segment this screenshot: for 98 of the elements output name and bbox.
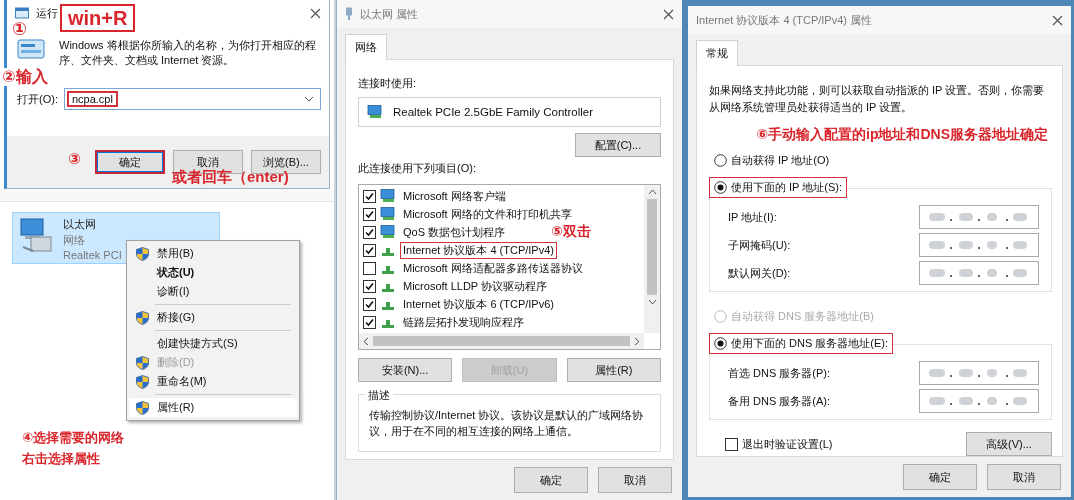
input-value: ncpa.cpl — [66, 91, 118, 107]
field-label: IP 地址(I): — [728, 209, 777, 225]
button[interactable]: 配置(C)... — [575, 133, 661, 157]
menu-item[interactable]: 创建快捷方式(S) — [129, 334, 297, 353]
shield-icon — [135, 246, 149, 261]
annotation-label: win+R — [60, 4, 136, 32]
radio-option[interactable]: 使用下面的 DNS 服务器地址(E): — [709, 333, 894, 354]
shield-icon — [135, 355, 149, 370]
button[interactable]: 确定 — [514, 467, 588, 493]
checkbox[interactable] — [363, 279, 376, 293]
shield-icon — [135, 310, 149, 325]
annotation-text: 右击选择属性 — [22, 450, 101, 468]
app-window-icon — [17, 38, 45, 60]
connection-type: 网络 — [63, 233, 86, 248]
menu-item[interactable]: 桥接(G) — [129, 308, 297, 327]
button[interactable]: 确定 — [95, 150, 165, 174]
list-item[interactable]: 链路层拓扑发现响应程序 — [400, 313, 527, 331]
radio-label: 使用下面的 DNS 服务器地址(E): — [731, 336, 889, 351]
checkbox[interactable] — [363, 207, 376, 221]
list-item[interactable]: Microsoft LLDP 协议驱动程序 — [400, 277, 551, 295]
scroll-right-icon[interactable] — [634, 336, 640, 346]
step-number: ③ — [68, 150, 81, 168]
radio-option[interactable]: 使用下面的 IP 地址(S): — [709, 177, 848, 198]
button[interactable]: 确定 — [903, 464, 977, 490]
network-cable-icon — [345, 7, 353, 21]
checkbox[interactable] — [363, 297, 376, 311]
tab[interactable]: 常规 — [696, 40, 738, 66]
checkbox[interactable] — [363, 261, 376, 275]
checkbox[interactable] — [363, 225, 376, 239]
annotation-text: ②输入 — [0, 68, 50, 86]
menu-item[interactable]: 重命名(M) — [129, 372, 297, 391]
group-title: 描述 — [365, 388, 393, 403]
monitor-icon — [380, 225, 396, 239]
scroll-down-icon[interactable] — [647, 299, 657, 305]
close-icon[interactable] — [1052, 14, 1063, 26]
menu-item[interactable]: 属性(R) — [129, 398, 297, 417]
field-label: 打开(O): — [17, 91, 58, 107]
radio-button[interactable] — [714, 154, 727, 167]
list-item[interactable]: Microsoft 网络适配器多路传送器协议 — [400, 259, 586, 277]
network-adapter-icon — [367, 105, 383, 119]
adapter-name: Realtek PCI — [63, 249, 122, 261]
chevron-down-icon[interactable] — [304, 96, 314, 102]
scroll-thumb[interactable] — [647, 199, 657, 295]
button[interactable]: 安装(N)... — [358, 358, 453, 382]
button[interactable]: 取消 — [598, 467, 672, 493]
button[interactable]: 属性(R) — [566, 358, 661, 382]
menu-item[interactable]: 诊断(I) — [129, 282, 297, 301]
description-text: Windows 将根据你所输入的名称，为你打开相应的程序、文件夹、文档或 Internet 资源。 — [59, 38, 317, 68]
checkbox-label: 退出时验证设置(L) — [742, 436, 833, 452]
radio-button[interactable] — [714, 181, 727, 194]
adapter-name: Realtek PCIe 2.5GbE Family Controller — [393, 106, 594, 118]
monitor-icon — [380, 189, 396, 203]
field-label: 子网掩码(U): — [728, 237, 791, 253]
checkbox[interactable] — [363, 243, 376, 257]
run-icon — [15, 7, 29, 19]
shield-icon — [135, 400, 149, 415]
window-title: 以太网 属性 — [360, 6, 419, 22]
open-input-field[interactable]: ncpa.cpl — [63, 88, 321, 110]
menu-item[interactable]: 状态(U) — [129, 263, 297, 282]
description-text: 传输控制协议/Internet 协议。该协议是默认的广域网络协议，用于在不同的相互连接的网络上通信。 — [369, 408, 645, 439]
annotation-text: ⑥手动输入配置的ip地址和DNS服务器地址确定 — [755, 126, 1049, 144]
close-icon[interactable] — [310, 7, 321, 19]
network-computer-icon — [19, 217, 53, 253]
field-label: 备用 DNS 服务器(A): — [728, 393, 831, 409]
radio-label: 自动获得 DNS 服务器地址(B) — [731, 309, 874, 324]
scroll-up-icon[interactable] — [647, 189, 657, 195]
radio-label: 使用下面的 IP 地址(S): — [731, 180, 843, 195]
list-item[interactable]: Microsoft 网络的文件和打印机共享 — [400, 205, 575, 223]
scroll-left-icon[interactable] — [363, 336, 369, 346]
button[interactable]: 高级(V)... — [966, 432, 1052, 456]
annotation-text: ⑤双击 — [551, 223, 591, 240]
radio-button[interactable] — [714, 337, 727, 350]
shield-icon — [135, 374, 149, 389]
checkbox[interactable] — [363, 189, 376, 203]
checkbox[interactable] — [363, 315, 376, 329]
close-icon[interactable] — [663, 8, 674, 20]
window-title: 运行 — [36, 5, 58, 21]
step-number: ① — [12, 18, 28, 40]
tab[interactable]: 网络 — [345, 34, 387, 60]
window-title: Internet 协议版本 4 (TCP/IPv4) 属性 — [696, 12, 873, 28]
list-item[interactable]: QoS 数据包计划程序 — [400, 223, 509, 241]
list-item[interactable]: Microsoft 网络客户端 — [400, 187, 509, 205]
intro-text: 如果网络支持此功能，则可以获取自动指派的 IP 设置。否则，你需要从网络系统管理员处获得适当的 IP 设置。 — [709, 83, 1046, 115]
field-label: 默认网关(D): — [728, 265, 791, 281]
vertical-scrollbar[interactable] — [644, 185, 660, 333]
monitor-icon — [380, 207, 396, 221]
list-item[interactable]: Internet 协议版本 4 (TCP/IPv4) — [400, 241, 557, 259]
connection-name: 以太网 — [63, 217, 97, 232]
scroll-thumb[interactable] — [373, 336, 630, 346]
annotation-text: ④选择需要的网络 — [22, 429, 124, 447]
section-label: 连接时使用: — [358, 76, 418, 91]
horizontal-scrollbar[interactable] — [359, 333, 644, 349]
radio-label: 自动获得 IP 地址(O) — [731, 153, 830, 168]
checkbox[interactable] — [725, 437, 738, 451]
section-label: 此连接使用下列项目(O): — [358, 161, 477, 176]
field-label: 首选 DNS 服务器(P): — [728, 365, 831, 381]
button[interactable]: 取消 — [987, 464, 1061, 490]
list-item[interactable]: Internet 协议版本 6 (TCP/IPv6) — [400, 295, 557, 313]
